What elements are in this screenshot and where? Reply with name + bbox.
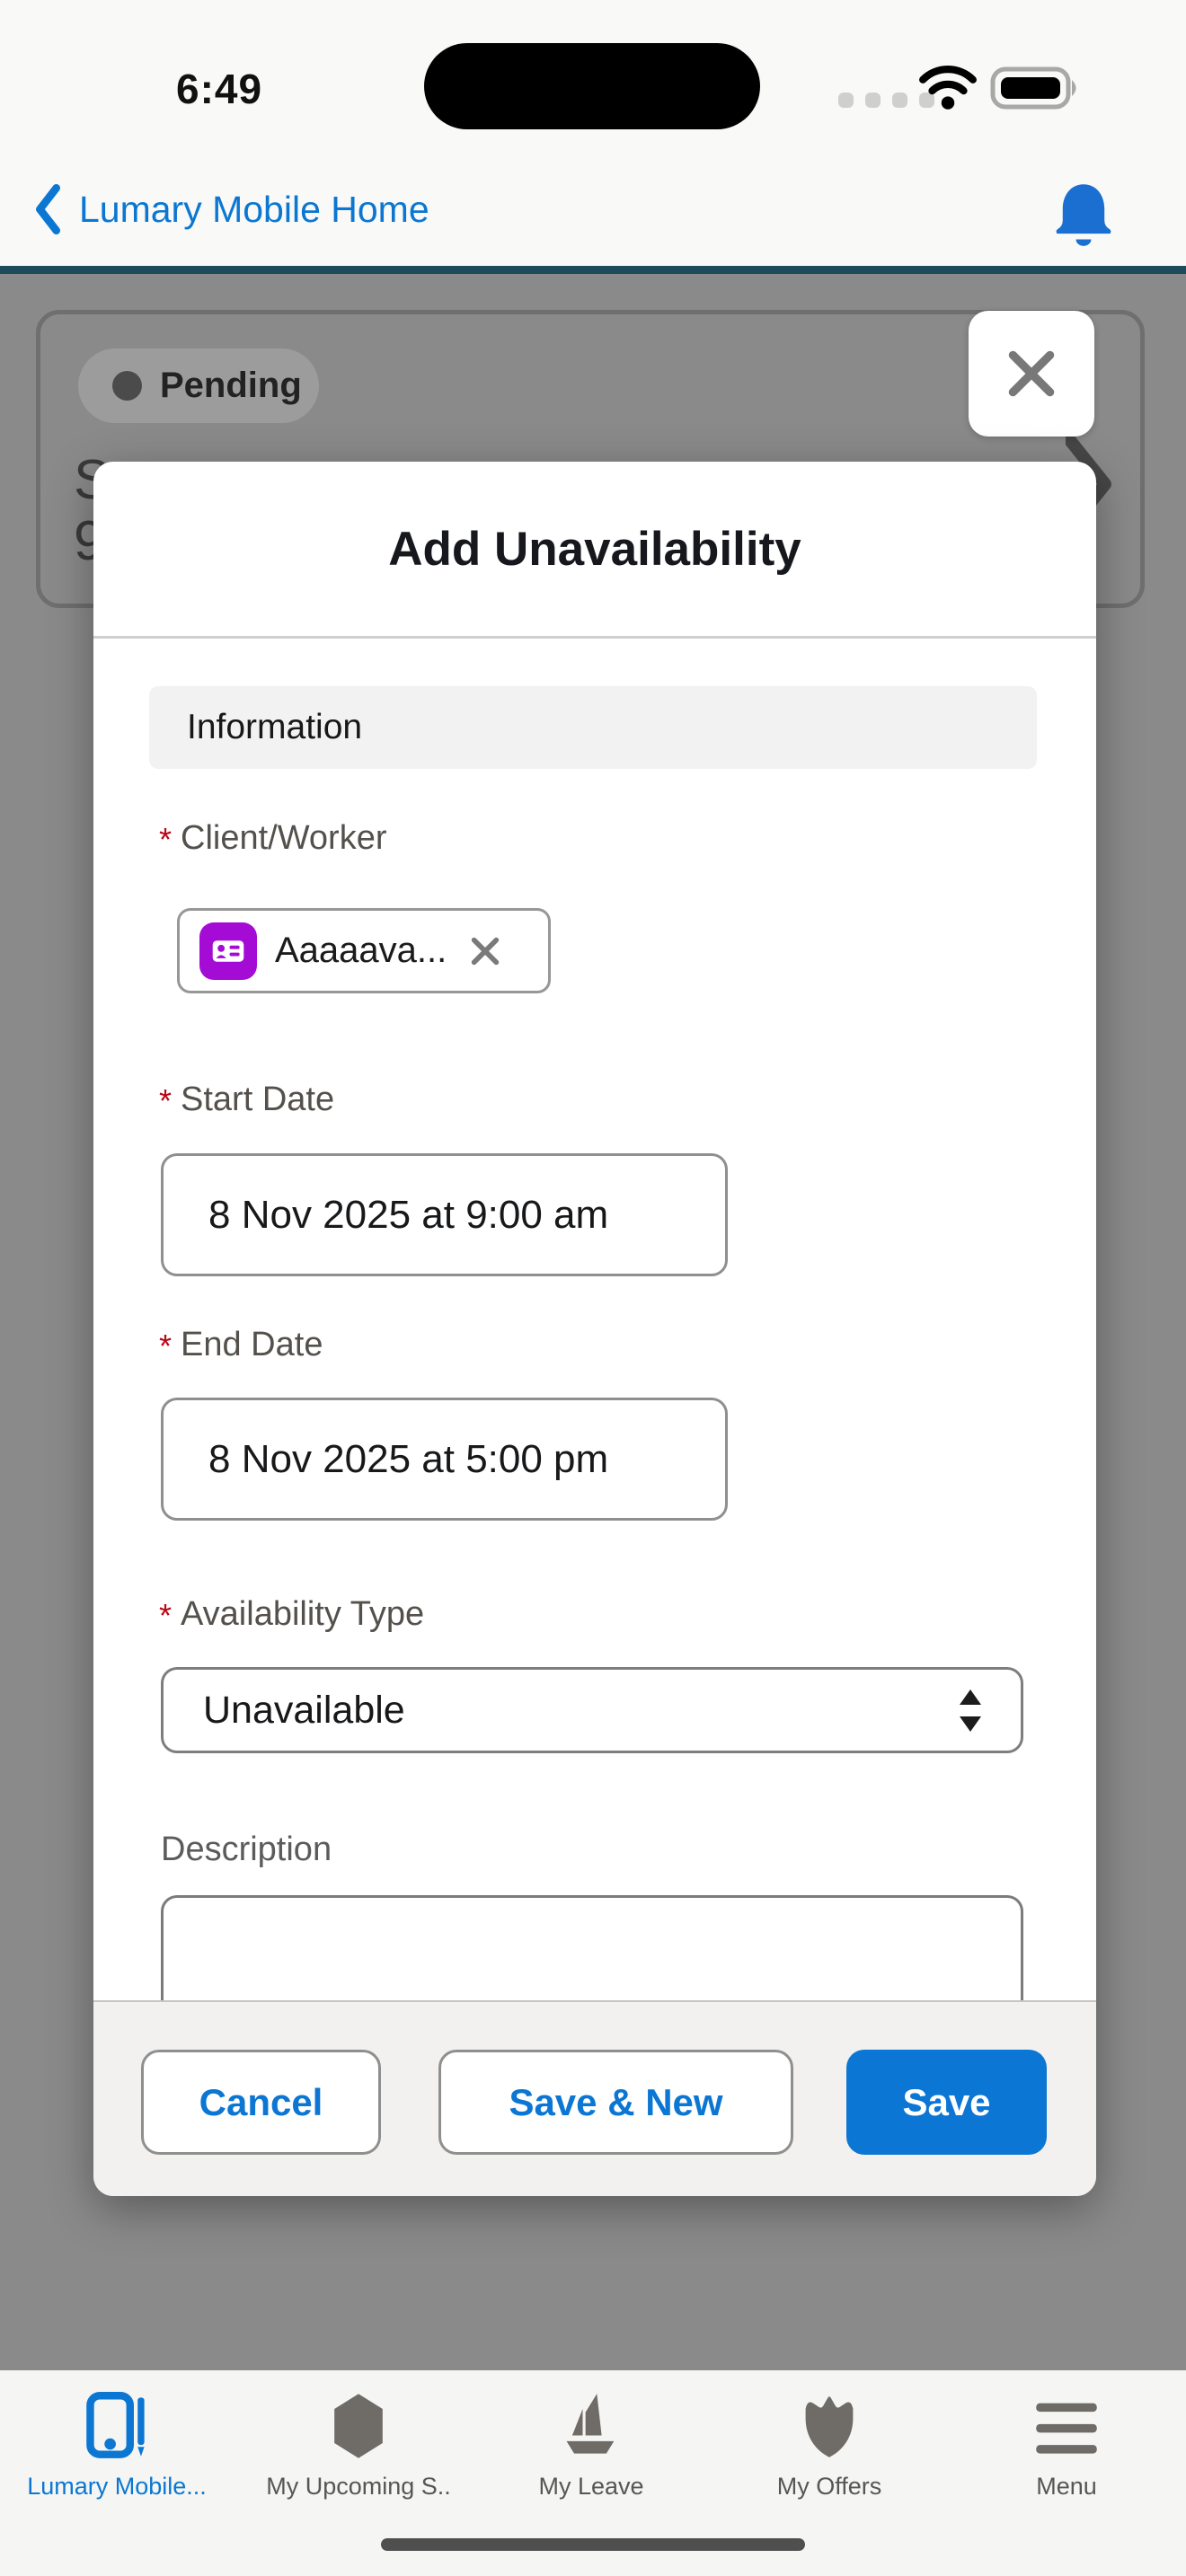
clock: 6:49 [176,65,262,113]
shield-icon [798,2392,861,2460]
availability-type-select[interactable]: Unavailable [161,1667,1023,1753]
start-date-label: * Start Date [159,1081,334,1120]
cancel-button[interactable]: Cancel [141,2050,381,2155]
bell-icon[interactable] [1053,181,1114,253]
required-asterisk: * [159,1597,172,1635]
close-button[interactable] [969,311,1094,437]
sailboat-icon [557,2392,625,2460]
menu-icon [1032,2392,1101,2460]
screen: { "status_bar": { "time": "6:49" }, "nav… [0,0,1186,2576]
save-button[interactable]: Save [846,2050,1047,2155]
client-worker-label: * Client/Worker [159,819,386,859]
back-button[interactable]: Lumary Mobile Home [32,184,429,234]
select-stepper-icon [960,1689,981,1732]
section-header-information: Information [149,686,1037,769]
modal-title: Add Unavailability [388,522,801,577]
description-label: Description [161,1831,332,1869]
modal-header: Add Unavailability [93,462,1096,639]
add-unavailability-modal: Add Unavailability Information * Client/… [93,462,1096,2196]
close-icon [1002,344,1061,403]
nav-title: Lumary Mobile Home [79,189,429,231]
client-worker-chip[interactable]: Aaaaava... [177,908,551,993]
end-date-label: * End Date [159,1326,323,1365]
tab-my-upcoming-shifts[interactable]: My Upcoming S.. [240,2392,477,2501]
required-asterisk: * [159,1328,172,1365]
nav-bar: Lumary Mobile Home [0,164,1186,274]
required-asterisk: * [159,1082,172,1120]
back-chevron-icon [32,184,63,234]
save-and-new-button[interactable]: Save & New [438,2050,793,2155]
phone-pencil-icon [82,2392,152,2460]
wifi-icon [918,65,978,114]
chip-remove-icon[interactable] [468,934,502,968]
contact-card-icon [199,922,257,980]
hexagon-icon [326,2392,391,2460]
tab-my-leave[interactable]: My Leave [473,2392,710,2501]
end-date-field[interactable]: 8 Nov 2025 at 5:00 pm [161,1398,728,1521]
availability-type-label: * Availability Type [159,1595,424,1635]
dynamic-island [424,43,760,129]
chip-label: Aaaaava... [275,931,447,971]
battery-icon [990,66,1080,114]
modal-footer: Cancel Save & New Save [93,2000,1096,2196]
status-bar: 6:49 [0,0,1186,164]
required-asterisk: * [159,821,172,859]
status-badge: Pending [78,348,319,423]
badge-dot-icon [112,371,142,401]
start-date-field[interactable]: 8 Nov 2025 at 9:00 am [161,1153,728,1276]
tab-menu[interactable]: Menu [948,2392,1185,2501]
tab-lumary-mobile-home[interactable]: Lumary Mobile... [0,2392,235,2501]
home-indicator[interactable] [381,2538,805,2551]
tab-my-offers[interactable]: My Offers [711,2392,948,2501]
